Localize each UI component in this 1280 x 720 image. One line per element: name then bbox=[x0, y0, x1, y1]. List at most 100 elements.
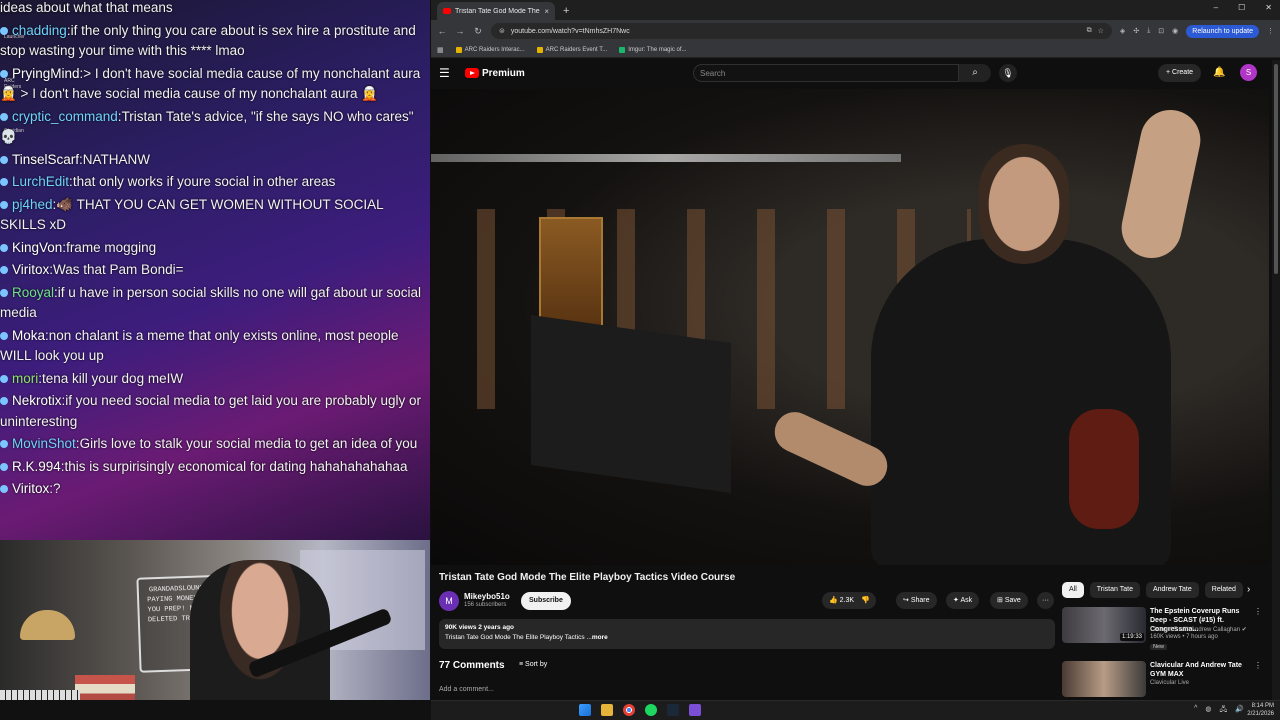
account-avatar[interactable]: S bbox=[1240, 64, 1257, 81]
chip-andrew-tate[interactable]: Andrew Tate bbox=[1145, 582, 1199, 598]
url-text[interactable]: youtube.com/watch?v=tNmhsZH7Nwc bbox=[511, 28, 1081, 35]
chat-message: mori:tena kill your dog meIW bbox=[0, 369, 426, 390]
chat-text: non chalant is a meme that only exists o… bbox=[0, 327, 399, 364]
video-thumbnail[interactable]: 1:19:33 bbox=[1062, 607, 1146, 643]
save-button[interactable]: ⊞ Save bbox=[990, 592, 1028, 609]
profile-icon[interactable]: ◉ bbox=[1172, 27, 1178, 35]
chat-username[interactable]: KingVon bbox=[12, 240, 62, 255]
download-icon[interactable]: ⤓ bbox=[1147, 27, 1150, 35]
bookmark-favicon-icon bbox=[455, 46, 462, 53]
chat-username[interactable]: Viritox bbox=[12, 481, 49, 496]
install-icon[interactable]: ⧉ bbox=[1087, 27, 1092, 35]
scrollbar-thumb[interactable] bbox=[1274, 64, 1278, 274]
create-button[interactable]: + Create bbox=[1158, 64, 1202, 82]
tab-youtube-video[interactable]: Tristan Tate God Mode The Elite × bbox=[437, 2, 555, 20]
chip-tristan-tate[interactable]: Tristan Tate bbox=[1089, 582, 1140, 598]
maximize-button[interactable]: ☐ bbox=[1238, 3, 1245, 12]
search-input[interactable]: Search bbox=[693, 64, 959, 82]
back-icon[interactable]: ← bbox=[437, 26, 447, 36]
steam-icon[interactable] bbox=[667, 704, 679, 716]
voice-search-icon[interactable]: 🎙 bbox=[999, 64, 1017, 82]
chat-username[interactable]: LurchEdit bbox=[12, 174, 69, 189]
notifications-bell-icon[interactable]: 🔔 bbox=[1213, 64, 1225, 82]
close-tab-icon[interactable]: × bbox=[544, 7, 549, 16]
rec-channel[interactable]: Clavicular Live bbox=[1150, 680, 1189, 686]
chat-badge-icon bbox=[0, 374, 8, 383]
chat-username[interactable]: Rooyal bbox=[12, 285, 54, 300]
chat-username[interactable]: Nekrotix bbox=[12, 393, 62, 408]
chevron-right-icon[interactable]: › bbox=[1247, 582, 1250, 598]
bookmark-item[interactable]: ARC Raiders Interac... bbox=[455, 46, 525, 53]
chat-username[interactable]: Moka bbox=[12, 328, 45, 343]
chat-username[interactable]: Viritox bbox=[12, 262, 49, 277]
add-comment-input[interactable]: Add a comment... bbox=[439, 686, 494, 693]
thumbs-down-icon[interactable]: 👎 bbox=[861, 592, 870, 609]
apps-grid-icon[interactable]: ▦ bbox=[437, 46, 444, 54]
forward-icon[interactable]: → bbox=[455, 26, 465, 36]
sort-by-button[interactable]: ≡ Sort by bbox=[519, 661, 547, 668]
chat-username[interactable]: pj4hed bbox=[12, 197, 53, 212]
bookmark-item[interactable]: Imgur: The magic of... bbox=[619, 46, 687, 53]
windows-start-icon[interactable] bbox=[579, 704, 591, 716]
like-button[interactable]: 👍 2.3K 👎 bbox=[822, 592, 877, 609]
recommendation-item[interactable]: 1:19:33 The Epstein Coverup Runs Deep - … bbox=[1062, 607, 1262, 650]
obsidian-icon[interactable] bbox=[689, 704, 701, 716]
hamburger-menu-icon[interactable]: ☰ bbox=[439, 66, 459, 80]
channel-name[interactable]: Mikeybo51o bbox=[464, 592, 510, 601]
chat-message: ideas about what that means bbox=[0, 0, 426, 19]
chip-all[interactable]: All bbox=[1062, 582, 1084, 598]
chip-related[interactable]: Related bbox=[1204, 582, 1243, 598]
description-box[interactable]: 90K views 2 years ago Tristan Tate God M… bbox=[439, 619, 1055, 649]
chat-text: Was that Pam Bondi= bbox=[53, 262, 184, 277]
reload-icon[interactable]: ↻ bbox=[473, 26, 483, 37]
extension-icon[interactable]: ◈ bbox=[1120, 27, 1125, 35]
page-scrollbar[interactable] bbox=[1272, 60, 1280, 700]
menu-dots-icon[interactable]: ⋮ bbox=[1267, 27, 1274, 35]
new-tab-button[interactable]: + bbox=[563, 2, 569, 20]
extension-puzzle-icon[interactable]: ✣ bbox=[1133, 27, 1139, 35]
clock[interactable]: 8:14 PM 2/21/2026 bbox=[1247, 702, 1274, 718]
file-explorer-icon[interactable] bbox=[601, 704, 613, 716]
more-options-icon[interactable]: ⋮ bbox=[1254, 607, 1262, 616]
chat-username[interactable]: chadding bbox=[12, 23, 67, 38]
rec-title[interactable]: Clavicular And Andrew Tate GYM MAX bbox=[1150, 661, 1250, 679]
rec-channel[interactable]: Channel 5 with Andrew Callaghan ✔ bbox=[1150, 626, 1247, 633]
volume-icon[interactable]: 🔊 bbox=[1235, 705, 1244, 716]
chat-username[interactable]: mori bbox=[12, 371, 38, 386]
chrome-icon[interactable] bbox=[623, 704, 635, 716]
video-player[interactable] bbox=[431, 89, 1269, 565]
video-title: Tristan Tate God Mode The Elite Playboy … bbox=[439, 572, 736, 583]
chat-username[interactable]: PryingMind bbox=[12, 66, 80, 81]
show-more-link[interactable]: more bbox=[592, 634, 608, 641]
search-icon[interactable]: ⌕ bbox=[959, 64, 991, 82]
tab-search-icon[interactable]: ⊡ bbox=[1158, 27, 1164, 35]
bookmark-star-icon[interactable]: ☆ bbox=[1098, 27, 1104, 35]
video-thumbnail[interactable] bbox=[1062, 661, 1146, 697]
chat-username[interactable]: R.K.994 bbox=[12, 459, 61, 474]
relaunch-button[interactable]: Relaunch to update bbox=[1186, 24, 1259, 38]
chat-message: Nekrotix:if you need social media to get… bbox=[0, 391, 426, 432]
channel-avatar[interactable]: M bbox=[439, 591, 459, 611]
chat-username[interactable]: TinselScarf bbox=[12, 152, 79, 167]
webcam-feed: GRANDADSLOUNGE ... PAYING MONEY TO ... Y… bbox=[0, 540, 430, 720]
subscribe-button[interactable]: Subscribe bbox=[521, 592, 571, 610]
ask-button[interactable]: ✦ Ask bbox=[946, 592, 980, 609]
share-button[interactable]: ↪ Share bbox=[896, 592, 937, 609]
tray-chevron-icon[interactable]: ^ bbox=[1194, 705, 1197, 716]
chat-username[interactable]: MovinShot bbox=[12, 436, 76, 451]
youtube-logo[interactable]: Premium bbox=[465, 68, 525, 79]
more-actions-button[interactable]: ··· bbox=[1037, 592, 1054, 609]
chat-text: NATHANW bbox=[82, 151, 151, 167]
spotify-icon[interactable] bbox=[645, 704, 657, 716]
minimize-button[interactable]: – bbox=[1214, 3, 1218, 12]
bookmark-item[interactable]: ARC Raiders Event T... bbox=[536, 46, 607, 53]
network-icon[interactable]: 🖧 bbox=[1219, 705, 1227, 716]
tray-app-icon[interactable]: ◍ bbox=[1205, 705, 1211, 716]
close-window-button[interactable]: ✕ bbox=[1265, 3, 1272, 12]
webcam-lamp bbox=[20, 610, 75, 640]
chat-username[interactable]: cryptic_command bbox=[12, 109, 118, 124]
more-options-icon[interactable]: ⋮ bbox=[1254, 661, 1262, 670]
recommendation-item[interactable]: Clavicular And Andrew Tate GYM MAX Clavi… bbox=[1062, 661, 1262, 697]
omnibox[interactable]: ⊜ youtube.com/watch?v=tNmhsZH7Nwc ⧉ ☆ bbox=[491, 23, 1112, 39]
site-info-icon[interactable]: ⊜ bbox=[499, 27, 505, 35]
